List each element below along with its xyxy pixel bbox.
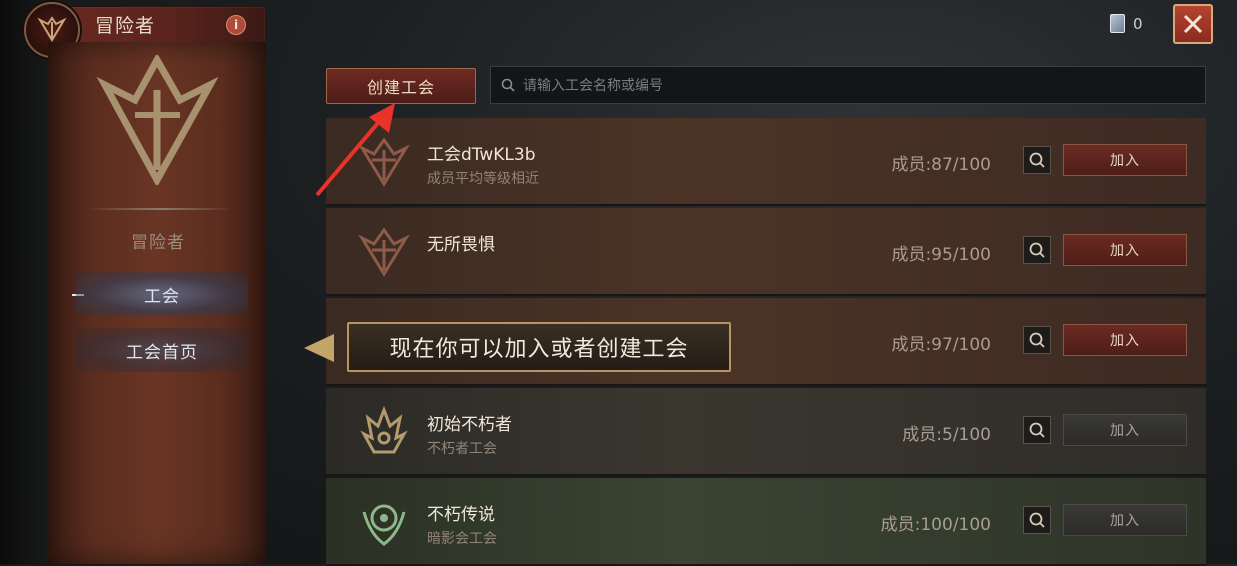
guild-detail-button[interactable] (1023, 326, 1051, 354)
guild-member-count: 成员:87/100 (891, 155, 991, 175)
tutorial-tooltip: 现在你可以加入或者创建工会 (347, 322, 731, 372)
join-button[interactable]: 加入 (1063, 504, 1187, 536)
search-placeholder: 请输入工会名称或编号 (523, 78, 663, 94)
currency-value: 0 (1133, 14, 1143, 33)
page-title: 冒险者 (95, 15, 156, 37)
guild-name: 工会dTwKL3b (427, 145, 536, 165)
guild-crest-icon (357, 227, 411, 277)
guild-name: 无所畏惧 (427, 235, 495, 255)
close-icon (1183, 14, 1203, 34)
info-icon[interactable]: i (226, 15, 246, 35)
guild-name: 初始不朽者 (427, 415, 512, 435)
join-button[interactable]: 加入 (1063, 414, 1187, 446)
search-icon (501, 78, 515, 92)
sidebar-item-guild-home[interactable]: 工会首页 (76, 328, 248, 372)
currency-display: 0 (1110, 14, 1143, 33)
guild-detail-button[interactable] (1023, 146, 1051, 174)
close-button[interactable] (1173, 4, 1213, 44)
magnify-icon (1029, 152, 1045, 168)
guild-description: 成员平均等级相近 (427, 171, 539, 187)
annotation-arrow-icon (315, 103, 395, 197)
sidebar-item-guild[interactable]: 工会 (76, 272, 248, 316)
guild-member-count: 成员:97/100 (891, 335, 991, 355)
tooltip-pointer-icon (304, 334, 334, 362)
join-button[interactable]: 加入 (1063, 234, 1187, 266)
guild-member-count: 成员:95/100 (891, 245, 991, 265)
magnify-icon (1029, 422, 1045, 438)
guild-row: 初始不朽者 不朽者工会 成员:5/100 加入 (326, 388, 1206, 476)
join-button[interactable]: 加入 (1063, 144, 1187, 176)
guild-description: 不朽者工会 (427, 441, 497, 457)
guild-member-count: 成员:5/100 (902, 425, 991, 445)
guild-detail-button[interactable] (1023, 236, 1051, 264)
magnify-icon (1029, 242, 1045, 258)
guild-row: 不朽传说 暗影会工会 成员:100/100 加入 (326, 478, 1206, 566)
sidebar-subtitle: 冒险者 (131, 233, 185, 253)
banner-crest-icon (96, 55, 219, 185)
magnify-icon (1029, 512, 1045, 528)
crystal-icon (1110, 14, 1125, 33)
guild-detail-button[interactable] (1023, 416, 1051, 444)
guild-detail-button[interactable] (1023, 506, 1051, 534)
guild-row: 无所畏惧 成员:95/100 加入 (326, 208, 1206, 296)
search-input[interactable]: 请输入工会名称或编号 (490, 66, 1206, 104)
magnify-icon (1029, 332, 1045, 348)
join-button[interactable]: 加入 (1063, 324, 1187, 356)
immortal-crest-icon (360, 405, 408, 454)
guild-member-count: 成员:100/100 (880, 515, 991, 535)
guild-name: 不朽传说 (427, 505, 495, 525)
shadow-crest-icon (362, 504, 406, 546)
banner-divider (88, 208, 233, 210)
guild-row: 工会dTwKL3b 成员平均等级相近 成员:87/100 加入 (326, 118, 1206, 206)
guild-description: 暗影会工会 (427, 531, 497, 547)
